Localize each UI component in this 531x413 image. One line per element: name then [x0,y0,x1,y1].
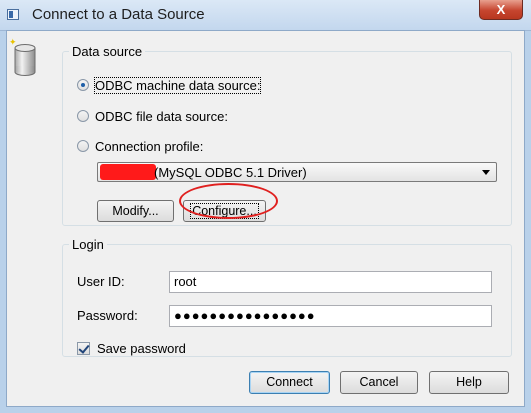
radio-odbc-file[interactable]: ODBC file data source: [77,108,228,124]
radio-label-connection-profile: Connection profile: [95,138,204,154]
data-source-group: Data source ODBC machine data source: OD… [62,44,512,226]
radio-odbc-machine[interactable]: ODBC machine data source: [77,76,262,94]
title-bar: Connect to a Data Source X [0,0,531,31]
modify-button[interactable]: Modify... [97,200,174,222]
user-id-field[interactable]: root [169,271,492,293]
cancel-button[interactable]: Cancel [340,371,418,394]
data-source-legend: Data source [72,44,143,59]
password-label: Password: [77,308,138,323]
cancel-button-label: Cancel [359,375,399,389]
window-title: Connect to a Data Source [32,6,205,23]
connect-button-label: Connect [266,375,313,389]
user-id-label: User ID: [77,274,125,289]
radio-button-checked[interactable] [77,79,89,91]
radio-label-odbc-machine: ODBC machine data source: [93,76,262,94]
radio-connection-profile[interactable]: Connection profile: [77,138,203,154]
data-source-select[interactable]: (MySQL ODBC 5.1 Driver) [97,162,497,182]
radio-button[interactable] [77,140,89,152]
save-password-label: Save password [97,341,186,356]
login-group: Login User ID: root Password: ●●●●●●●●●●… [62,237,512,357]
radio-button[interactable] [77,110,89,122]
password-field[interactable]: ●●●●●●●●●●●●●●●● [169,305,492,327]
save-password-checkbox[interactable] [77,342,90,355]
login-legend: Login [72,237,104,252]
annotation-ellipse [179,183,278,219]
radio-label-odbc-file: ODBC file data source: [95,108,228,124]
close-button[interactable]: X [479,0,523,20]
modify-button-label: Modify... [112,204,159,218]
dropdown-arrow-icon[interactable] [482,170,490,175]
app-icon [7,9,19,20]
help-button-label: Help [456,375,482,389]
database-icon [14,44,36,76]
close-icon: X [496,2,506,17]
data-source-select-value: (MySQL ODBC 5.1 Driver) [154,165,307,180]
help-button[interactable]: Help [429,371,509,394]
redaction-mark [100,164,156,180]
connect-button[interactable]: Connect [249,371,330,394]
